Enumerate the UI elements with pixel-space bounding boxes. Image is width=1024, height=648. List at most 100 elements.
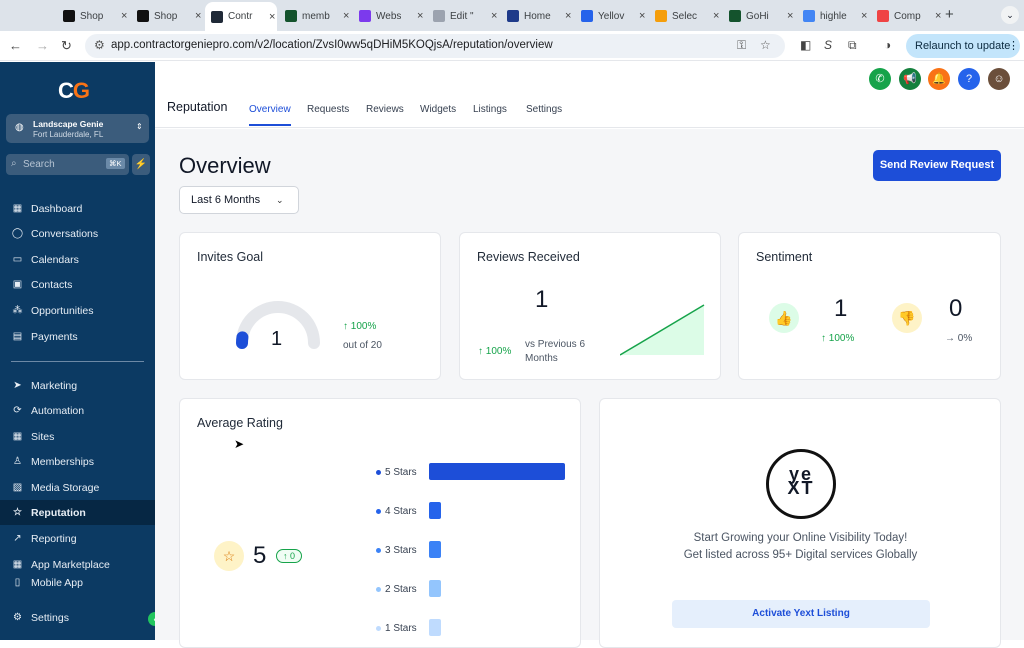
chevron-updown-icon: ⇕ [136, 122, 143, 131]
sidebar-item-dashboard[interactable]: ▦Dashboard [0, 196, 155, 221]
sidebar-item-media-storage[interactable]: ▨Media Storage [0, 475, 155, 500]
reload-icon[interactable]: ↻ [61, 38, 72, 54]
sidebar-item-icon: ▦ [11, 203, 24, 214]
back-icon[interactable]: ← [9, 38, 22, 53]
user-avatar[interactable]: ☺ [988, 68, 1010, 90]
browser-tab[interactable]: GoHi× [723, 4, 795, 28]
browser-tab[interactable]: Yellov × [575, 4, 647, 28]
close-tab-icon[interactable]: × [861, 10, 867, 22]
help-icon[interactable]: ? [958, 68, 980, 90]
close-tab-icon[interactable]: × [491, 10, 497, 22]
sidebar-item-icon: ♙ [11, 456, 24, 467]
sidebar-item-label: Calendars [31, 254, 79, 266]
send-review-request-button[interactable]: Send Review Request [873, 150, 1001, 181]
tab-listings[interactable]: Listings [473, 104, 507, 115]
browser-tab[interactable]: Contr× [205, 2, 277, 31]
tab-favicon-icon [359, 10, 371, 22]
tab-title: Yellov [598, 11, 634, 22]
sidebar-item-icon: ▦ [11, 559, 24, 570]
sidebar-item-reputation[interactable]: ☆Reputation [0, 500, 155, 525]
account-name: Landscape Genie [33, 119, 103, 129]
tab-title: highle [820, 11, 856, 22]
tab-title: Selec [672, 11, 708, 22]
tab-search-icon[interactable]: ⌄ [1001, 6, 1019, 24]
close-tab-icon[interactable]: × [269, 11, 275, 23]
relaunch-button[interactable]: Relaunch to update⋮ [906, 34, 1020, 58]
close-tab-icon[interactable]: × [121, 10, 127, 22]
sidebar-divider [11, 361, 144, 362]
tab-title: memb [302, 11, 338, 22]
browser-tab[interactable]: Edit "× [427, 4, 499, 28]
menu-dots-icon: ⋮ [1008, 34, 1019, 58]
thumbs-down-icon: 👎 [892, 303, 922, 333]
logo-c: C [58, 78, 73, 103]
reviews-value: 1 [535, 286, 548, 314]
close-tab-icon[interactable]: × [343, 10, 349, 22]
sidebar-item-conversations[interactable]: ◯Conversations [0, 221, 155, 246]
sidebar-item-settings[interactable]: ⚙Settings [0, 605, 155, 630]
forward-icon[interactable]: → [36, 38, 49, 53]
sidebar-item-sites[interactable]: ▦Sites [0, 424, 155, 449]
profile-icon[interactable]: ◑ [884, 38, 891, 52]
browser-tab[interactable]: Webs× [353, 4, 425, 28]
yext-tagline-1: Start Growing your Online Visibility Tod… [600, 532, 1001, 544]
main-content: Overview Send Review Request Last 6 Mont… [155, 129, 1024, 640]
sidebar-item-reporting[interactable]: ↗Reporting [0, 526, 155, 551]
extensions-puzzle-icon[interactable]: ⧉ [848, 38, 857, 53]
close-tab-icon[interactable]: × [565, 10, 571, 22]
close-tab-icon[interactable]: × [935, 10, 941, 22]
tab-settings[interactable]: Settings [526, 104, 562, 115]
new-tab-button[interactable]: + [945, 6, 954, 23]
browser-tab[interactable]: Shop× [131, 4, 203, 28]
yext-logo-bottom: XT [787, 478, 814, 498]
close-tab-icon[interactable]: × [639, 10, 645, 22]
browser-tab[interactable]: Home× [501, 4, 573, 28]
sidebar-item-opportunities[interactable]: ⁂Opportunities [0, 298, 155, 323]
chevron-down-icon: ⌄ [276, 187, 284, 213]
address-bar[interactable]: ⚙ app.contractorgeniepro.com/v2/location… [85, 34, 785, 58]
rating-row-label: 4 Stars [376, 506, 417, 517]
tab-favicon-icon [877, 10, 889, 22]
quick-action-bolt-icon[interactable]: ⚡ [132, 154, 150, 175]
tab-overview[interactable]: Overview [249, 104, 291, 126]
sidebar-item-payments[interactable]: ▤Payments [0, 324, 155, 349]
close-tab-icon[interactable]: × [787, 10, 793, 22]
close-tab-icon[interactable]: × [195, 10, 201, 22]
megaphone-icon[interactable]: 📢 [899, 68, 921, 90]
activate-yext-button[interactable]: Activate Yext Listing [672, 600, 930, 628]
tab-reviews[interactable]: Reviews [366, 104, 404, 115]
extension-icon[interactable]: ◧ [800, 38, 811, 52]
sidebar-item-app-marketplace[interactable]: ▦App Marketplace [0, 552, 155, 577]
sidebar-item-memberships[interactable]: ♙Memberships [0, 449, 155, 474]
extension-s-icon[interactable]: S [824, 38, 832, 52]
key-icon[interactable]: ⚿ [737, 38, 746, 53]
browser-tab[interactable]: Comp× [871, 4, 943, 28]
sidebar-item-marketing[interactable]: ➤Marketing [0, 373, 155, 398]
rating-bar [429, 580, 441, 597]
sidebar-item-label: Reputation [31, 507, 86, 519]
browser-tab[interactable]: memb × [279, 4, 351, 28]
site-info-icon[interactable]: ⚙ [94, 38, 105, 52]
tab-widgets[interactable]: Widgets [420, 104, 456, 115]
sidebar-item-mobile-app[interactable]: ▯Mobile App [0, 577, 155, 591]
sidebar-item-icon: ▤ [11, 331, 24, 342]
phone-icon[interactable]: ✆ [869, 68, 891, 90]
yext-card: yeXT Start Growing your Online Visibilit… [599, 398, 1001, 648]
tab-requests[interactable]: Requests [307, 104, 349, 115]
rating-row-label: 2 Stars [376, 584, 417, 595]
search-shortcut: ⌘K [106, 158, 125, 169]
browser-tab[interactable]: Selec × [649, 4, 721, 28]
browser-tab[interactable]: Shop× [57, 4, 129, 28]
close-tab-icon[interactable]: × [713, 10, 719, 22]
tab-favicon-icon [581, 10, 593, 22]
sidebar-item-automation[interactable]: ⟳Automation [0, 398, 155, 423]
account-switcher[interactable]: ◍ Landscape Genie Fort Lauderdale, FL ⇕ [6, 114, 149, 143]
sidebar-item-calendars[interactable]: ▭Calendars [0, 247, 155, 272]
sidebar-item-contacts[interactable]: ▣Contacts [0, 272, 155, 297]
sidebar-search[interactable]: ⌕ Search ⌘K [6, 154, 129, 175]
bookmark-star-icon[interactable]: ☆ [760, 38, 771, 52]
date-range-select[interactable]: Last 6 Months⌄ [179, 186, 299, 214]
browser-tab[interactable]: highle × [797, 4, 869, 28]
close-tab-icon[interactable]: × [417, 10, 423, 22]
bell-icon[interactable]: 🔔 [928, 68, 950, 90]
